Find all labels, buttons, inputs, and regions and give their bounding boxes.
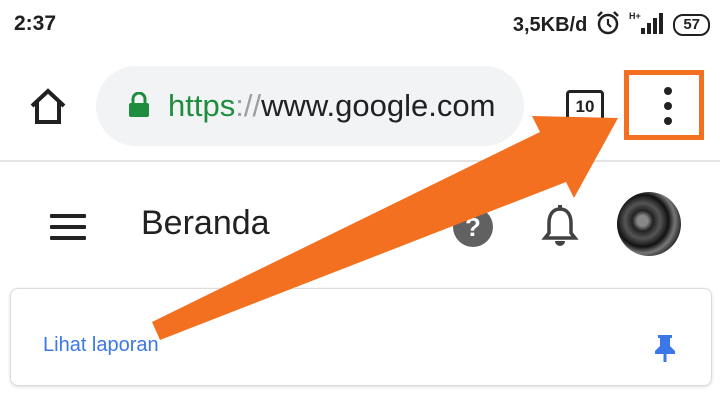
url-separator: :// bbox=[235, 88, 262, 123]
status-time: 2:37 bbox=[14, 12, 57, 35]
avatar[interactable] bbox=[617, 192, 681, 256]
pin-icon[interactable] bbox=[653, 333, 677, 368]
menu-dot bbox=[664, 117, 672, 125]
status-bar: 2:37 3,5KB/d H+ 57 bbox=[0, 0, 720, 52]
tab-switcher[interactable]: 10 bbox=[566, 90, 604, 124]
browser-toolbar: https://www.google.com 10 bbox=[0, 52, 720, 162]
menu-icon[interactable] bbox=[50, 214, 86, 240]
page-title: Beranda bbox=[141, 204, 270, 242]
status-indicators: 3,5KB/d H+ 57 bbox=[513, 10, 710, 40]
url-scheme: https bbox=[168, 88, 236, 123]
app-header: Beranda ? bbox=[0, 162, 720, 286]
bell-icon[interactable] bbox=[540, 204, 580, 253]
svg-text:H+: H+ bbox=[629, 11, 641, 21]
net-speed: 3,5KB/d bbox=[512, 13, 588, 36]
signal-icon: H+ bbox=[629, 10, 665, 41]
menu-dot bbox=[664, 102, 672, 110]
url-text: https://www.google.com bbox=[168, 88, 495, 124]
more-vert-icon[interactable] bbox=[624, 70, 704, 140]
view-report-link[interactable]: Lihat laporan bbox=[43, 334, 159, 357]
help-icon[interactable]: ? bbox=[452, 206, 494, 253]
lock-icon bbox=[128, 91, 150, 123]
menu-dot bbox=[664, 87, 672, 95]
home-icon[interactable] bbox=[24, 82, 72, 130]
address-bar[interactable]: https://www.google.com bbox=[96, 66, 524, 146]
url-host: www.google.com bbox=[261, 88, 496, 123]
battery-indicator: 57 bbox=[673, 14, 710, 36]
alarm-icon bbox=[595, 10, 621, 41]
svg-text:?: ? bbox=[465, 212, 481, 242]
report-card: Lihat laporan bbox=[10, 288, 712, 386]
